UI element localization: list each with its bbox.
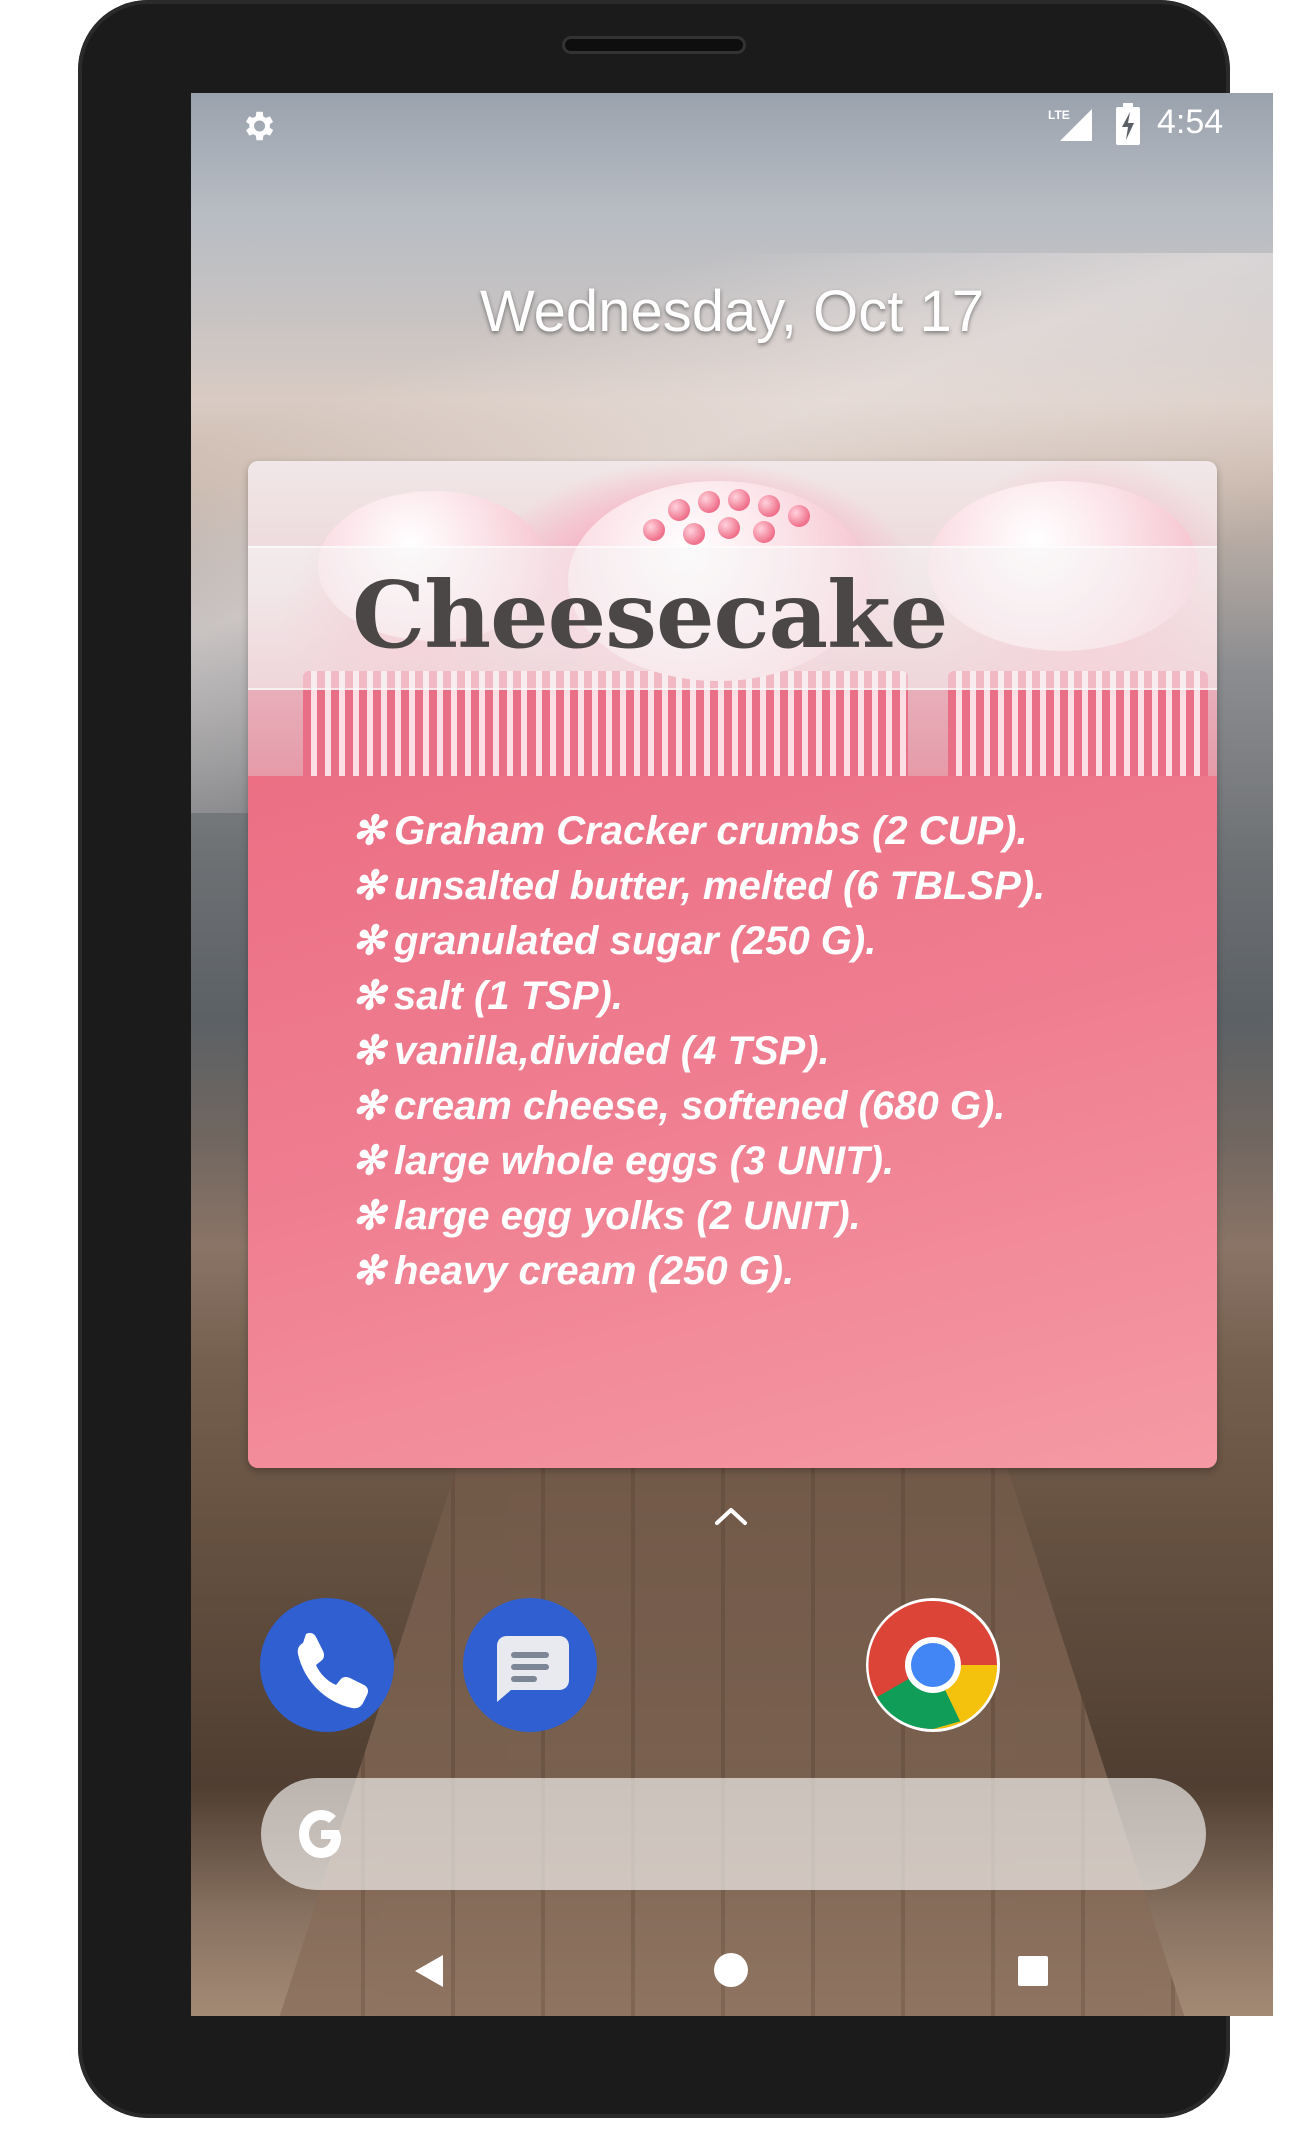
ingredient-item: ✻ vanilla,divided (4 TSP). <box>352 1024 1045 1079</box>
sprinkle <box>683 523 705 545</box>
lockscreen-date[interactable]: Wednesday, Oct 17 <box>191 278 1273 345</box>
phone-icon <box>297 1633 368 1709</box>
google-g-icon <box>299 1810 341 1858</box>
navigation-bar <box>191 1923 1273 2016</box>
lte-signal-icon: LTE <box>1048 108 1092 141</box>
ingredient-item: ✻ large whole eggs (3 UNIT). <box>352 1134 1045 1189</box>
gear-icon[interactable] <box>239 107 277 145</box>
chevron-up-icon[interactable] <box>713 1505 749 1527</box>
svg-text:LTE: LTE <box>1048 108 1070 122</box>
asterisk-bullet-icon: ✻ <box>352 809 386 853</box>
status-bar: LTE 4:54 <box>191 93 1273 159</box>
widget-header-image: Cheesecake <box>248 461 1217 776</box>
recents-square-icon[interactable] <box>1018 1956 1048 1986</box>
asterisk-bullet-icon: ✻ <box>352 1249 386 1293</box>
sprinkle <box>753 521 775 543</box>
messages-icon <box>493 1636 569 1702</box>
battery-charging-icon <box>1116 103 1140 145</box>
chrome-app-button[interactable] <box>866 1598 1000 1732</box>
phone-frame: LTE 4:54 Wednesday, Oct 17 Cheesecake ✻ … <box>78 0 1273 2118</box>
sprinkle <box>728 489 750 511</box>
asterisk-bullet-icon: ✻ <box>352 1084 386 1128</box>
back-triangle-icon[interactable] <box>411 1953 447 1989</box>
ingredient-item: ✻ large egg yolks (2 UNIT). <box>352 1189 1045 1244</box>
messages-app-button[interactable] <box>463 1598 597 1732</box>
ingredient-item: ✻ salt (1 TSP). <box>352 969 1045 1024</box>
sprinkle <box>788 505 810 527</box>
asterisk-bullet-icon: ✻ <box>352 1194 386 1238</box>
phone-app-button[interactable] <box>260 1598 394 1732</box>
recipe-title: Cheesecake <box>352 561 948 669</box>
asterisk-bullet-icon: ✻ <box>352 864 386 908</box>
sprinkle <box>643 519 665 541</box>
recipe-widget[interactable]: Cheesecake ✻ Graham Cracker crumbs (2 CUP… <box>248 461 1217 1468</box>
ingredients-list: ✻ Graham Cracker crumbs (2 CUP). ✻ unsalte… <box>352 804 1045 1299</box>
ingredients-panel[interactable]: ✻ Graham Cracker crumbs (2 CUP). ✻ unsalte… <box>248 776 1217 1468</box>
status-time: 4:54 <box>1157 103 1224 141</box>
ingredient-item: ✻ Graham Cracker crumbs (2 CUP). <box>352 804 1045 859</box>
sprinkle <box>668 499 690 521</box>
sprinkle <box>698 491 720 513</box>
google-search-bar[interactable] <box>261 1778 1206 1890</box>
earpiece-speaker <box>562 36 746 54</box>
asterisk-bullet-icon: ✻ <box>352 974 386 1018</box>
ingredient-item: ✻ granulated sugar (250 G). <box>352 914 1045 969</box>
home-circle-icon[interactable] <box>714 1953 748 1987</box>
sprinkle <box>758 495 780 517</box>
asterisk-bullet-icon: ✻ <box>352 1029 386 1073</box>
screen: LTE 4:54 Wednesday, Oct 17 Cheesecake ✻ … <box>191 93 1273 2016</box>
chrome-icon <box>868 1600 998 1729</box>
asterisk-bullet-icon: ✻ <box>352 919 386 963</box>
ingredient-item: ✻ cream cheese, softened (680 G). <box>352 1079 1045 1134</box>
ingredient-item: ✻ unsalted butter, melted (6 TBLSP). <box>352 859 1045 914</box>
sprinkle <box>718 517 740 539</box>
asterisk-bullet-icon: ✻ <box>352 1139 386 1183</box>
ingredient-item: ✻ heavy cream (250 G). <box>352 1244 1045 1299</box>
